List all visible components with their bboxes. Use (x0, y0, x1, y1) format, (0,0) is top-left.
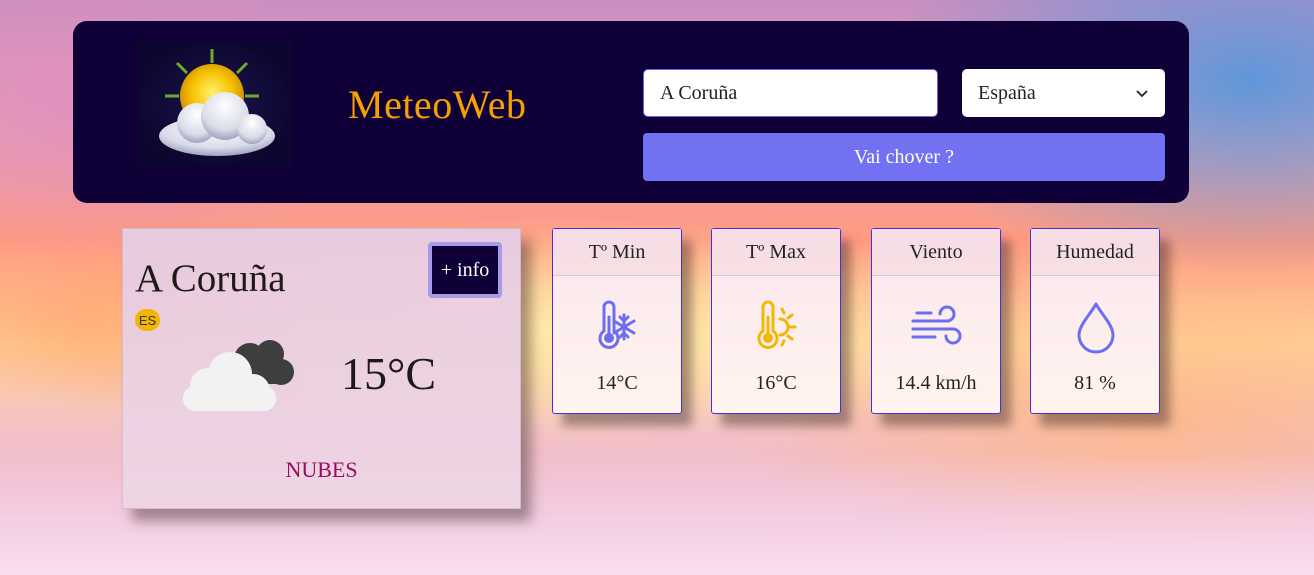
city-name: A Coruña (135, 257, 286, 300)
cloudy-icon (183, 340, 294, 411)
stat-value: 16°C (755, 372, 797, 394)
logo-sun-cloud-icon (137, 41, 292, 166)
country-badge: ES (135, 309, 160, 331)
stat-label: Tº Max (712, 229, 840, 276)
current-temperature: 15°C (341, 348, 437, 399)
app-header: MeteoWeb España Vai chover ? (73, 21, 1189, 203)
country-select[interactable]: España (962, 69, 1165, 117)
weather-description: NUBES (285, 457, 358, 482)
thermometer-cold-icon (598, 300, 636, 349)
stat-value: 14°C (596, 372, 638, 394)
chevron-down-icon (1136, 90, 1148, 98)
stat-card-wind: Viento 14.4 km/h (871, 228, 1001, 414)
stat-card-humidity: Humedad 81 % (1030, 228, 1160, 414)
search-button[interactable]: Vai chover ? (643, 133, 1165, 181)
thermometer-sun-icon (757, 300, 797, 349)
stat-value: 14.4 km/h (895, 372, 977, 394)
more-info-button[interactable]: + info (428, 242, 502, 298)
country-select-value: España (978, 81, 1036, 104)
current-weather-card: A Coruña ES + info 15°C NUBES (122, 228, 521, 509)
stat-card-min-temp: Tº Min 14°C (552, 228, 682, 414)
wind-icon (911, 305, 962, 345)
stat-label: Humedad (1031, 229, 1159, 276)
stat-label: Tº Min (553, 229, 681, 276)
stat-card-max-temp: Tº Max 16°C (711, 228, 841, 414)
stat-label: Viento (872, 229, 1000, 276)
stat-value: 81 % (1074, 372, 1116, 394)
droplet-icon (1077, 302, 1115, 354)
app-title: MeteoWeb (348, 82, 527, 127)
city-input[interactable] (643, 69, 938, 117)
